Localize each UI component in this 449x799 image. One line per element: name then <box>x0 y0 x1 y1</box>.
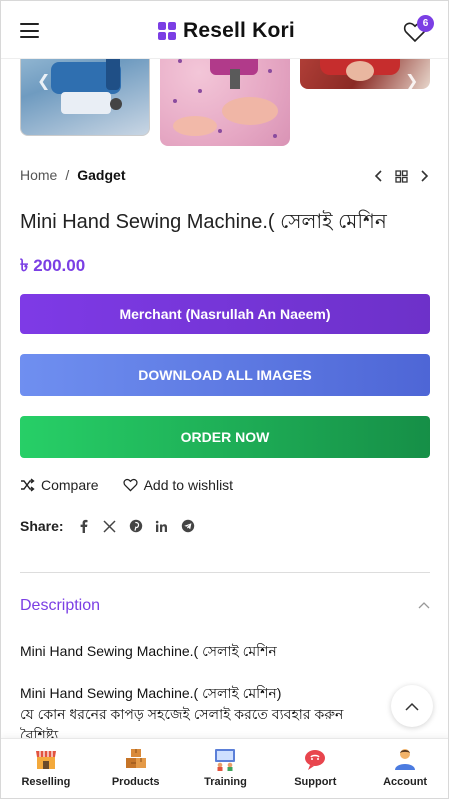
product-actions: Compare Add to wishlist <box>20 477 257 493</box>
add-to-wishlist-link[interactable]: Add to wishlist <box>123 477 233 493</box>
logo-mark-icon <box>158 21 177 41</box>
linkedin-icon[interactable] <box>150 517 174 535</box>
download-images-button[interactable]: DOWNLOAD ALL IMAGES <box>20 354 430 396</box>
facebook-icon[interactable] <box>72 517 96 535</box>
chevron-up-icon[interactable] <box>418 601 430 609</box>
support-icon <box>305 750 326 770</box>
share-label: Share: <box>20 518 64 534</box>
nav-label: Training <box>204 776 247 788</box>
nav-item-reselling[interactable]: Reselling <box>1 739 91 798</box>
nav-item-account[interactable]: Account <box>360 739 448 798</box>
description-line: Mini Hand Sewing Machine.( সেলাই মেশিন) <box>20 685 282 701</box>
product-nav <box>373 169 430 183</box>
breadcrumb-separator: / <box>65 167 70 183</box>
description-line: যে কোন ধরনের কাপড় সহজেই সেলাই করতে ব্যব… <box>20 706 344 722</box>
nav-item-support[interactable]: Support <box>270 739 360 798</box>
account-icon <box>395 749 416 770</box>
scroll-to-top-button[interactable] <box>391 685 433 727</box>
breadcrumb-current[interactable]: Gadget <box>77 167 125 183</box>
chevron-up-icon <box>405 702 419 711</box>
compare-link[interactable]: Compare <box>20 477 99 493</box>
bottom-navigation: Reselling Products Training Support Acco… <box>1 738 448 798</box>
next-product-icon[interactable] <box>418 169 430 183</box>
order-now-button[interactable]: ORDER NOW <box>20 416 430 458</box>
menu-icon[interactable] <box>20 23 39 38</box>
nav-label: Support <box>294 776 337 788</box>
store-icon <box>35 751 56 769</box>
brand-name: Resell Kori <box>183 19 295 42</box>
wishlist-count-badge: 6 <box>417 15 434 32</box>
merchant-button[interactable]: Merchant (Nasrullah An Naeem) <box>20 294 430 334</box>
telegram-icon[interactable] <box>176 517 200 535</box>
nav-label: Products <box>111 776 160 788</box>
description-heading[interactable]: Description <box>20 597 100 615</box>
training-icon <box>215 749 236 771</box>
wishlist-label: Add to wishlist <box>143 477 234 493</box>
description-body: Mini Hand Sewing Machine.( সেলাই মেশিন M… <box>20 641 420 746</box>
page-frame: ❮ ❯ Resell Kori 6 Home / Gadget Mini Han… <box>0 0 449 799</box>
gallery-prev-icon[interactable]: ❮ <box>37 71 50 91</box>
nav-label: Reselling <box>21 776 71 788</box>
product-title: Mini Hand Sewing Machine.( সেলাই মেশিন <box>20 211 387 233</box>
x-icon[interactable] <box>98 517 122 535</box>
top-header: Resell Kori 6 <box>1 1 448 59</box>
compare-label: Compare <box>41 477 99 493</box>
breadcrumb-home-link[interactable]: Home <box>20 167 57 183</box>
nav-item-products[interactable]: Products <box>91 739 181 798</box>
gallery-next-icon[interactable]: ❯ <box>405 71 418 91</box>
description-line: Mini Hand Sewing Machine.( সেলাই মেশিন <box>20 643 277 659</box>
pinterest-icon[interactable] <box>124 517 148 535</box>
share-row: Share: <box>20 517 202 535</box>
boxes-icon <box>125 749 146 768</box>
brand-logo[interactable]: Resell Kori <box>158 18 295 44</box>
product-price: ৳ 200.00 <box>20 256 86 275</box>
prev-product-icon[interactable] <box>373 169 385 183</box>
nav-label: Account <box>383 776 428 788</box>
heart-icon <box>123 478 138 492</box>
section-divider <box>20 572 430 573</box>
breadcrumb: Home / Gadget <box>20 167 125 183</box>
grid-view-icon[interactable] <box>395 169 408 183</box>
shuffle-icon <box>21 478 35 492</box>
nav-item-training[interactable]: Training <box>181 739 271 798</box>
